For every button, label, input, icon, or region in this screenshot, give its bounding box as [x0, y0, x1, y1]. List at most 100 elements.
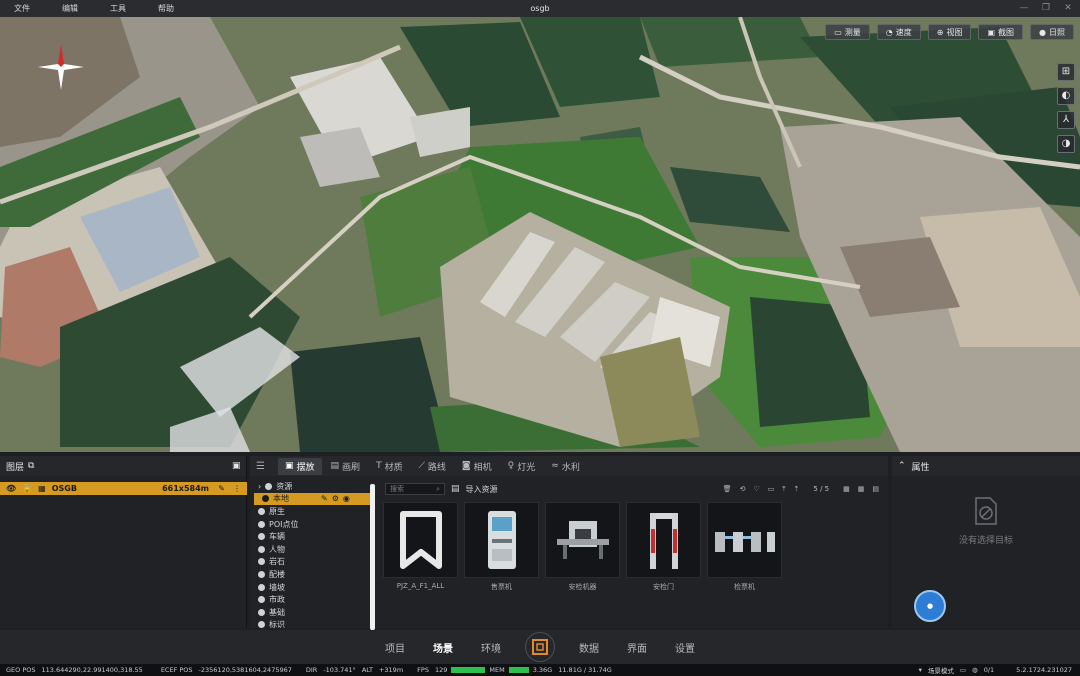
- tree-item-native[interactable]: 原生: [250, 505, 374, 518]
- sunlight-button[interactable]: ● 日照: [1030, 24, 1074, 40]
- asset-thumbnail[interactable]: [383, 502, 458, 578]
- delete-icon[interactable]: 🗑: [723, 485, 732, 493]
- tree-item-rocks[interactable]: 岩石: [250, 556, 374, 569]
- settings-icon[interactable]: ⚙: [332, 494, 339, 503]
- asset-item[interactable]: 售票机: [464, 502, 539, 626]
- visibility-eye-icon[interactable]: ◉: [343, 494, 350, 503]
- asset-toolbar: 搜索 ⌕ ▤ 导入资源 🗑 ⟲ ♡ ▭ ⤒ ⇡ 5 / 5 ▦ ▦ ▤: [385, 482, 885, 496]
- favorite-icon[interactable]: ♡: [754, 485, 760, 493]
- asset-thumbnail[interactable]: [626, 502, 701, 578]
- tab-placement[interactable]: ▣ 摆放: [278, 457, 322, 475]
- properties-title: 属性: [911, 462, 930, 473]
- asset-thumbnail[interactable]: [707, 502, 782, 578]
- category-icon: [258, 621, 265, 628]
- measure-button[interactable]: ▭ 测量: [825, 24, 870, 40]
- menu-tools[interactable]: 工具: [96, 3, 144, 14]
- toggle-icon[interactable]: ▭: [960, 666, 966, 674]
- asset-item[interactable]: 安检机器: [545, 502, 620, 626]
- view-button[interactable]: ⊕ 视图: [927, 24, 972, 40]
- category-icon: [258, 570, 265, 578]
- tree-item-signs[interactable]: 标识: [250, 619, 374, 628]
- nav-environment[interactable]: 环境: [467, 640, 515, 655]
- nav-scene[interactable]: 场景: [419, 640, 467, 655]
- tree-item-basic[interactable]: 基础: [250, 606, 374, 619]
- tab-light[interactable]: ♀ 灯光: [501, 458, 543, 475]
- mem-meter: [508, 667, 529, 673]
- mem-detail: 11.81G / 31.74G: [558, 666, 612, 674]
- screenshot-button[interactable]: ▣ 截图: [978, 24, 1024, 40]
- earth-icon[interactable]: ◐: [1057, 87, 1075, 105]
- bottom-nav: 项目 场景 环境 数据 界面 设置: [0, 630, 1080, 664]
- tree-label: POI点位: [269, 519, 299, 529]
- tree-item-municipal[interactable]: 市政: [250, 593, 374, 606]
- category-icon: [258, 520, 265, 528]
- tree-label: 资源: [276, 481, 293, 491]
- tab-route[interactable]: ⟋ 路线: [412, 458, 453, 475]
- app-logo-icon[interactable]: [525, 632, 555, 662]
- xray-machine-icon: [556, 521, 609, 559]
- asset-label: 售票机: [491, 583, 512, 591]
- category-icon: [258, 545, 265, 553]
- tree-item-local[interactable]: 本地 ✎ ⚙ ◉: [254, 492, 374, 506]
- panel-collapse-icon[interactable]: ▣: [232, 461, 241, 471]
- folder-icon[interactable]: ▭: [768, 485, 775, 493]
- upload-icon[interactable]: ⤒: [782, 485, 785, 494]
- menu-file[interactable]: 文件: [0, 3, 48, 14]
- close-icon[interactable]: ✕: [1062, 2, 1074, 14]
- tree-item-resources[interactable]: › 资源: [250, 480, 374, 493]
- scene-mode-label[interactable]: 场景模式: [928, 665, 954, 675]
- edit-pencil-icon[interactable]: ✎: [218, 484, 225, 493]
- floating-action-button[interactable]: ●: [914, 590, 946, 622]
- nav-data[interactable]: 数据: [565, 640, 613, 655]
- visibility-eye-icon[interactable]: 👁: [6, 484, 16, 493]
- search-input[interactable]: 搜索 ⌕: [385, 483, 445, 495]
- tab-water[interactable]: ≈ 水利: [544, 458, 587, 475]
- top-icon[interactable]: ⇡: [794, 485, 800, 493]
- asset-item[interactable]: PJZ_A_F1_ALL: [383, 502, 458, 626]
- nav-settings[interactable]: 设置: [661, 640, 709, 655]
- restore-icon[interactable]: ❐: [1040, 2, 1052, 14]
- tree-item-vehicles[interactable]: 车辆: [250, 530, 374, 543]
- status-bar: GEO POS 113.644290,22.991400,318.55 ECEF…: [0, 664, 1080, 676]
- layers-globe-icon[interactable]: ◑: [1057, 135, 1075, 153]
- tab-camera[interactable]: ◙ 相机: [455, 458, 499, 475]
- nav-interface[interactable]: 界面: [613, 640, 661, 655]
- layers-add-icon[interactable]: ⧉: [28, 461, 34, 471]
- list-view-icon[interactable]: ▤: [872, 485, 879, 493]
- lock-icon[interactable]: 🔒: [22, 484, 32, 493]
- compass-icon[interactable]: [38, 44, 84, 90]
- import-resource-button[interactable]: 导入资源: [466, 484, 498, 495]
- tree-item-walls[interactable]: 墙坡: [250, 581, 374, 594]
- grid-large-icon[interactable]: ▦: [843, 485, 850, 493]
- asset-item[interactable]: 检票机: [707, 502, 782, 626]
- ecef-pos-value: -2356120,5381604,2475967: [198, 666, 292, 674]
- fps-value: 129: [434, 666, 448, 674]
- menu-list-icon[interactable]: ☰: [256, 461, 276, 472]
- expand-arrow-icon[interactable]: ›: [258, 482, 261, 491]
- menu-help[interactable]: 帮助: [144, 3, 192, 14]
- asset-thumbnail[interactable]: [545, 502, 620, 578]
- tree-scrollbar[interactable]: [370, 484, 375, 630]
- tree-item-buildings[interactable]: 配楼: [250, 568, 374, 581]
- speed-button[interactable]: ◔ 速度: [876, 24, 921, 40]
- more-icon[interactable]: ⋮: [233, 484, 241, 493]
- tree-item-people[interactable]: 人物: [250, 543, 374, 556]
- category-icon: [258, 608, 265, 616]
- tab-brush[interactable]: ▤ 画刷: [324, 458, 368, 475]
- grid-small-icon[interactable]: ▦: [858, 485, 865, 493]
- globe-icon[interactable]: ⊞: [1057, 63, 1075, 81]
- menu-edit[interactable]: 编辑: [48, 3, 96, 14]
- asset-item[interactable]: 安检门: [626, 502, 701, 626]
- tree-item-poi[interactable]: POI点位: [250, 518, 374, 531]
- nav-project[interactable]: 项目: [371, 640, 419, 655]
- scene-viewport[interactable]: ▭ 测量 ◔ 速度 ⊕ 视图 ▣ 截图 ● 日照 ⊞ ◐ ⅄ ◑: [0, 17, 1080, 452]
- asset-thumbnail[interactable]: [464, 502, 539, 578]
- collapse-arrow-icon[interactable]: ⌃: [898, 461, 906, 471]
- minimize-icon[interactable]: —: [1018, 2, 1030, 14]
- view-label: 视图: [946, 27, 963, 37]
- axes-icon[interactable]: ⅄: [1057, 111, 1075, 129]
- refresh-icon[interactable]: ⟲: [740, 485, 746, 493]
- layer-row-osgb[interactable]: 👁 🔒 ▦ OSGB 661x584m ✎ ⋮: [0, 482, 247, 495]
- edit-pencil-icon[interactable]: ✎: [321, 494, 328, 503]
- tab-material[interactable]: T 材质: [369, 458, 410, 475]
